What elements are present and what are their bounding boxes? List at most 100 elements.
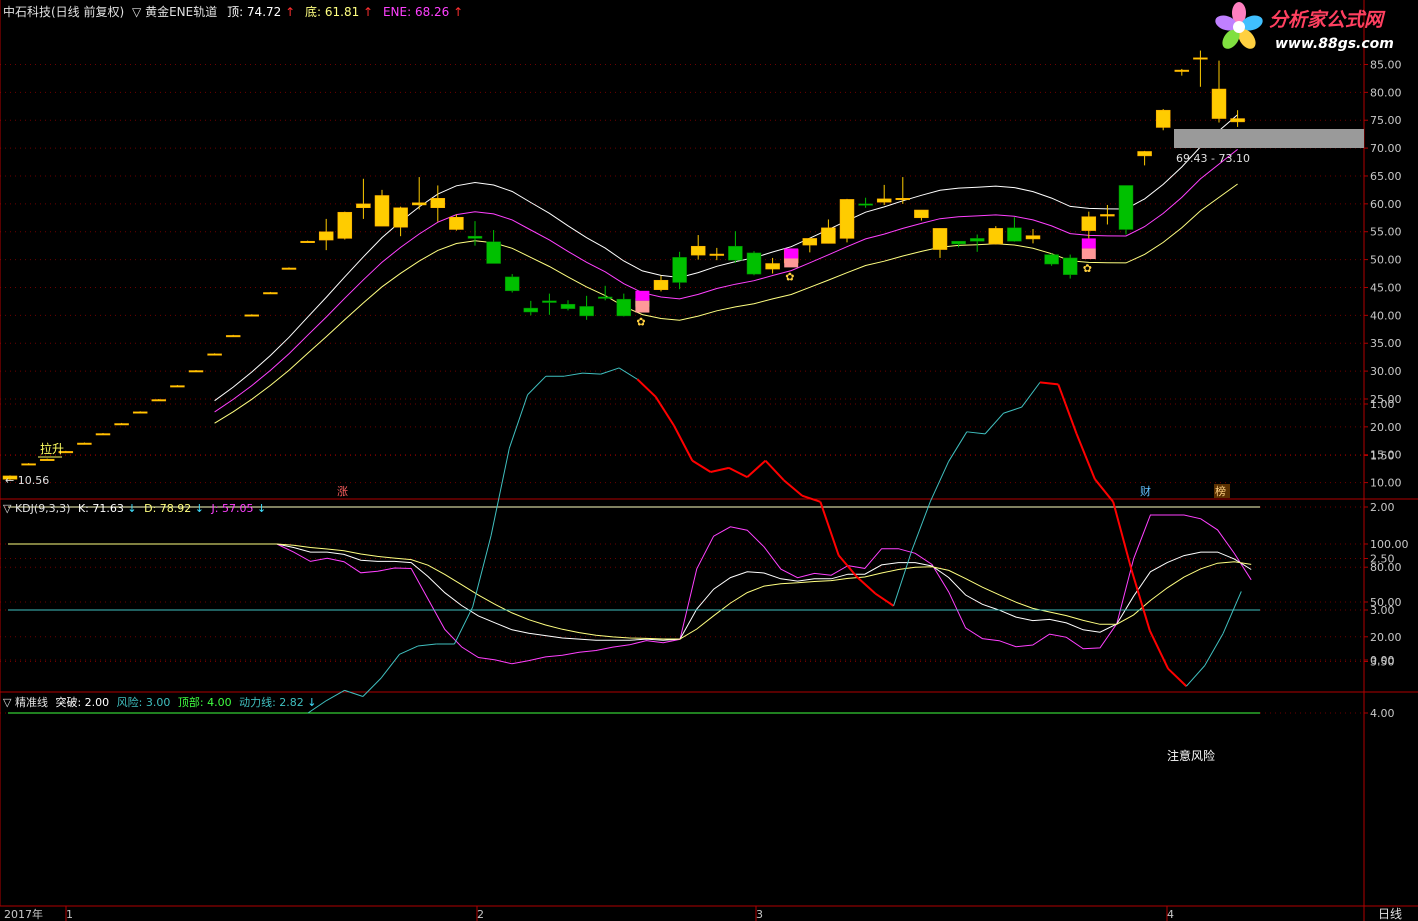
candle-body <box>170 385 185 388</box>
dongli-segment <box>380 653 400 679</box>
dongli-value: 2.82 <box>279 696 304 709</box>
candle-body <box>225 335 241 338</box>
grid-layer <box>0 63 1364 714</box>
candle-body <box>1137 151 1152 157</box>
precision-tick-label: 1.50 <box>1370 450 1395 463</box>
site-logo[interactable]: 分析家公式网 www.88gs.com <box>1213 0 1418 56</box>
dingbu-value: 4.00 <box>207 696 232 709</box>
candle-body <box>709 253 725 256</box>
dongli-segment <box>1204 633 1224 666</box>
price-tick-label: 75.00 <box>1370 114 1402 127</box>
candle-body <box>356 203 371 209</box>
fengxian-label: 风险: <box>117 695 146 709</box>
price-tick-label: 50.00 <box>1370 254 1402 267</box>
candle-body <box>1062 257 1078 275</box>
risk-note: 注意风险 <box>1167 748 1215 763</box>
candle-body <box>523 307 539 313</box>
precision-tick-label: 3.00 <box>1370 604 1395 617</box>
dongli-segment <box>654 396 675 427</box>
butterfly-signal-icon: ✿ <box>636 316 645 329</box>
dongli-segment <box>874 592 895 607</box>
marker-bang[interactable]: 榜 <box>1215 484 1226 498</box>
candle-body <box>653 279 669 290</box>
price-tick-label: 40.00 <box>1370 309 1402 322</box>
candle-body <box>449 216 464 230</box>
candle-body <box>672 257 687 283</box>
dongli-segment <box>1167 667 1188 687</box>
candle-body <box>77 442 92 445</box>
price-tick-label: 10.00 <box>1370 477 1402 490</box>
logo-title: 分析家公式网 <box>1269 9 1386 31</box>
k-arrow: ↓ <box>127 502 136 515</box>
marker-cai[interactable]: 财 <box>1140 484 1151 498</box>
marker-zhang[interactable]: 涨 <box>337 485 348 498</box>
candle-body <box>690 245 706 256</box>
dongli-segment <box>1112 501 1133 571</box>
dongli-segment <box>911 501 931 551</box>
date-year: 2017年 <box>4 907 43 921</box>
j-value: 57.05 <box>222 502 254 515</box>
dongli-segment <box>948 431 968 462</box>
candle-body <box>411 202 427 206</box>
candle-body <box>1193 57 1208 60</box>
candle-body <box>1174 69 1190 72</box>
signal-box-bottom <box>784 258 799 268</box>
candle-body <box>1044 254 1059 265</box>
axis-ticks: 85.00 80.00 75.00 70.00 65.00 60.00 55.00 50.00… <box>1364 58 1409 720</box>
candlestick-series[interactable] <box>2 50 1245 480</box>
ene-label: ENE: <box>383 5 415 19</box>
dongli-segment <box>453 606 474 645</box>
candle-body <box>616 298 632 317</box>
bottom-arrow: ↑ <box>363 5 373 19</box>
dongli-label: 动力线: <box>239 695 279 709</box>
d-label: D: <box>144 502 160 515</box>
price-tick-label: 55.00 <box>1370 226 1402 239</box>
candle-body <box>281 267 297 270</box>
candle-body <box>263 292 278 295</box>
indicator-prefix: ▽ <box>132 5 142 19</box>
candle-body <box>132 411 148 414</box>
signal-box-top <box>635 290 650 301</box>
precision-tick-label: 2.00 <box>1370 501 1395 514</box>
date-month-3: 3 <box>756 908 763 921</box>
dongli-segment <box>929 461 949 503</box>
kdj-d-line <box>8 543 1252 640</box>
candle-body <box>374 195 390 227</box>
candle-body <box>821 227 836 244</box>
kdj-title: ▽ KDJ(9,3,3) K: 71.63 ↓ D: 78.92 ↓ J: 57… <box>3 502 266 515</box>
butterfly-signal-icon: ✿ <box>1083 262 1092 275</box>
candle-body <box>393 207 408 228</box>
candle-body <box>876 198 892 203</box>
dongli-segment <box>691 459 712 473</box>
j-arrow: ↓ <box>257 502 266 515</box>
candle-body <box>1025 235 1041 240</box>
stock-chart-canvas[interactable]: ✿ ✿ ✿ 85.00 80.00 75.00 70.00 65.00 60.00 55.00 5… <box>0 0 1418 921</box>
candle-body <box>1100 214 1115 217</box>
precision-prefix: ▽ <box>3 696 12 709</box>
candle-body <box>1118 185 1134 230</box>
ene-value: 68.26 <box>415 5 449 19</box>
low-price-label: ← 10.56 <box>5 474 49 487</box>
dongli-segment <box>893 550 913 607</box>
price-tick-label: 45.00 <box>1370 281 1402 294</box>
fengxian-value: 3.00 <box>146 696 171 709</box>
candle-body <box>318 231 334 241</box>
period-label[interactable]: 日线 <box>1378 907 1402 921</box>
candle-body <box>114 423 129 426</box>
flower-logo-icon <box>1215 2 1263 49</box>
dongli-segment <box>819 501 840 556</box>
dongli-segment <box>582 372 601 375</box>
dingbu-label: 顶部: <box>178 695 207 709</box>
candle-body <box>746 252 762 275</box>
candle-body <box>1081 216 1097 231</box>
price-tick-label: 85.00 <box>1370 58 1402 71</box>
ene-mid-line <box>214 149 1238 413</box>
candle-body <box>207 353 222 356</box>
ene-arrow: ↑ <box>453 5 463 19</box>
dongli-segment <box>984 412 1004 435</box>
date-month-1: 1 <box>66 908 73 921</box>
candle-body <box>597 296 613 299</box>
j-label: J: <box>211 502 222 515</box>
kdj-tick-label: 100.00 <box>1370 538 1409 551</box>
dongli-segment <box>1057 384 1078 435</box>
